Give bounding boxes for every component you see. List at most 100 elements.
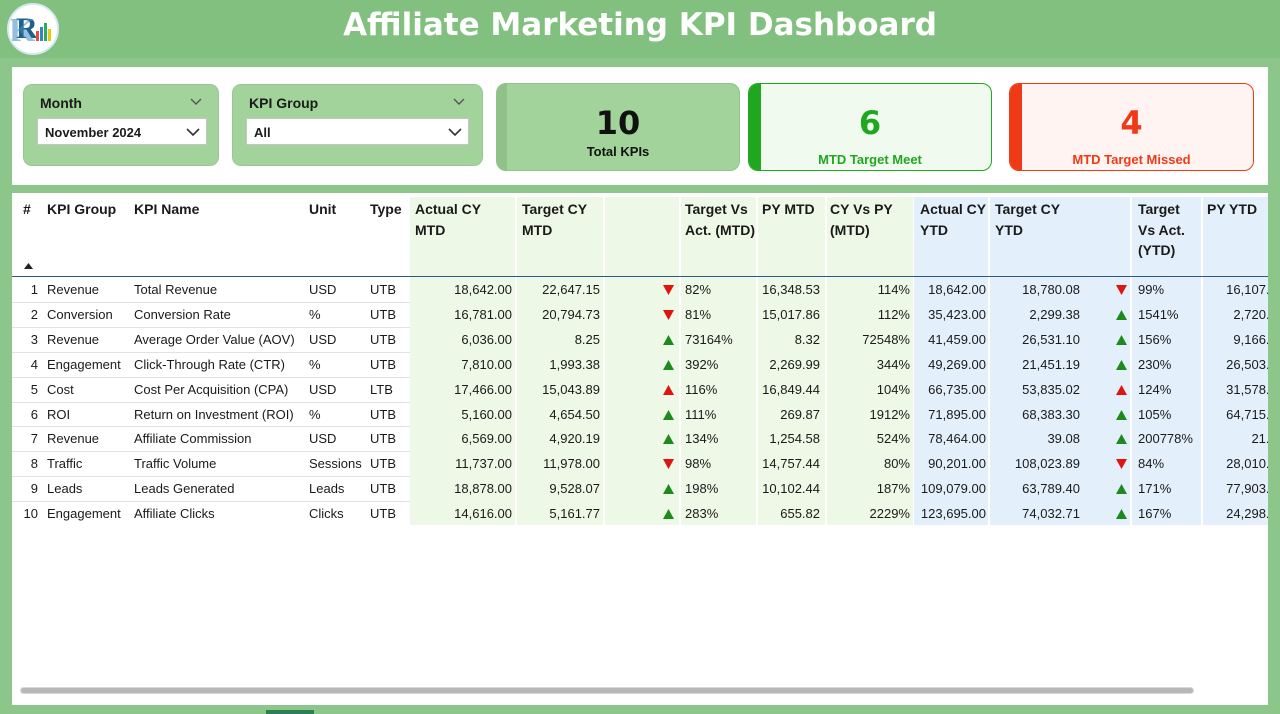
column-header-actual-cy-mtd[interactable]: Actual CY MTD xyxy=(415,199,499,240)
column-header-type[interactable]: Type xyxy=(370,199,402,220)
cell-target-vs-act-mtd: 82% xyxy=(685,282,712,297)
column-header-target-vs-act-mtd[interactable]: Target Vs Act. (MTD) xyxy=(685,199,755,240)
column-header-kpi-group[interactable]: KPI Group xyxy=(47,199,116,220)
triangle-up-green-icon xyxy=(663,434,674,445)
triangle-up-green-icon xyxy=(1116,359,1127,370)
cell-actual-cy-mtd: 6,036.00 xyxy=(461,331,512,347)
page-tab-indicator[interactable] xyxy=(266,710,314,714)
cell-py-mtd: 2,269.99 xyxy=(769,356,820,372)
column-header-target-cy-ytd[interactable]: Target CY YTD xyxy=(995,199,1085,240)
chevron-down-icon[interactable] xyxy=(453,95,465,107)
sort-ascending-icon[interactable] xyxy=(24,263,33,269)
table-row[interactable]: 10 Engagement Affiliate Clicks Clicks UTB 14,… xyxy=(12,501,1268,526)
column-header-kpi-name[interactable]: KPI Name xyxy=(134,199,199,220)
cell-kpi-group: Revenue xyxy=(47,282,100,297)
triangle-down-red-icon xyxy=(1116,459,1127,470)
row-divider xyxy=(12,476,410,478)
cell-target-vs-act-mtd: 198% xyxy=(685,481,719,497)
chevron-down-icon[interactable] xyxy=(190,95,202,107)
cell-cy-vs-py-mtd: 2229% xyxy=(869,506,910,522)
table-row[interactable]: 1 Revenue Total Revenue USD UTB 18,642.00 22,6… xyxy=(12,277,1268,302)
triangle-up-green-icon xyxy=(1116,509,1127,520)
cell-type: UTB xyxy=(370,331,396,347)
cell-target-cy-mtd: 22,647.15 xyxy=(542,282,600,297)
chevron-down-icon[interactable] xyxy=(448,126,462,138)
triangle-up-green-icon xyxy=(1116,409,1127,420)
table-row[interactable]: 8 Traffic Traffic Volume Sessions UTB 11,737.… xyxy=(12,451,1268,476)
column-header-unit[interactable]: Unit xyxy=(309,199,336,220)
cell-target-vs-act-ytd: 200778% xyxy=(1138,431,1193,447)
cell-py-mtd: 8.32 xyxy=(794,331,820,347)
table-row[interactable]: 5 Cost Cost Per Acquisition (CPA) USD LTB 17,… xyxy=(12,376,1268,402)
cell-kpi-group: Cost xyxy=(47,381,74,397)
column-header-actual-cy-ytd[interactable]: Actual CY YTD xyxy=(920,199,986,240)
cell-py-mtd: 14,757.44 xyxy=(762,456,820,472)
month-dropdown[interactable]: November 2024 xyxy=(37,118,207,145)
total-kpis-value: 10 xyxy=(595,104,641,142)
cell-kpi-name: Click-Through Rate (CTR) xyxy=(134,356,285,372)
column-header-py-ytd[interactable]: PY YTD xyxy=(1207,199,1267,220)
column-header-target-vs-act-ytd[interactable]: Target Vs Act. (YTD) xyxy=(1138,199,1200,261)
cell-actual-cy-mtd: 14,616.00 xyxy=(454,506,512,522)
row-divider xyxy=(12,501,410,503)
cell-unit: % xyxy=(309,406,321,422)
cell-py-ytd: 9,166.90 xyxy=(1233,331,1268,347)
cell-py-mtd: 10,102.44 xyxy=(762,481,820,497)
cell-actual-cy-mtd: 16,781.00 xyxy=(454,306,512,322)
horizontal-scrollbar-thumb[interactable] xyxy=(21,688,1193,693)
table-row[interactable]: 2 Conversion Conversion Rate% UTB 16,781.00 2… xyxy=(12,301,1268,327)
cell-kpi-group: Engagement xyxy=(47,356,121,372)
cell-kpi-name: Total Revenue xyxy=(134,282,218,297)
cell-cy-vs-py-mtd: 524% xyxy=(876,431,910,447)
cell-kpi-group: ROI xyxy=(47,406,71,422)
cell-cy-vs-py-mtd: 72548% xyxy=(862,331,910,347)
cell-unit: USD xyxy=(309,431,337,447)
cell-py-mtd: 15,017.86 xyxy=(762,306,820,322)
column-header-target-cy-mtd[interactable]: Target CY MTD xyxy=(522,199,602,240)
triangle-up-green-icon xyxy=(663,484,674,495)
triangle-up-green-icon xyxy=(1116,434,1127,445)
column-header-py-mtd[interactable]: PY MTD xyxy=(762,199,826,220)
triangle-down-red-icon xyxy=(663,309,674,320)
cell-target-vs-act-mtd: 98% xyxy=(685,456,712,472)
cell-target-vs-act-ytd: 105% xyxy=(1138,406,1172,422)
table-row[interactable]: 6 ROI Return on Investment (ROI)% UTB 5,160.… xyxy=(12,401,1268,427)
cell-type: UTB xyxy=(370,506,396,522)
cell-target-vs-act-mtd: 134% xyxy=(685,431,719,447)
table-row[interactable]: 4 Engagement Click-Through Rate (CTR)% UTB 7… xyxy=(12,351,1268,377)
row-divider xyxy=(12,401,410,403)
chevron-down-icon[interactable] xyxy=(186,126,200,138)
cell-py-ytd: 77,903.37 xyxy=(1226,481,1268,497)
cell-py-mtd: 1,254.58 xyxy=(769,431,820,447)
column-header-cy-vs-py-mtd[interactable]: CY Vs PY (MTD) xyxy=(830,199,910,240)
row-divider xyxy=(12,301,410,303)
row-divider xyxy=(12,426,410,428)
cell-target-cy-ytd: 74,032.71 xyxy=(1022,506,1080,522)
table-row[interactable]: 3 Revenue Average Order Value (AOV) USD UTB 6… xyxy=(12,326,1268,352)
cell-py-ytd: 31,578.45 xyxy=(1226,381,1268,397)
cell-actual-cy-ytd: 49,269.00 xyxy=(928,356,986,372)
cell-target-vs-act-ytd: 1541% xyxy=(1138,306,1179,322)
cell-kpi-name: Traffic Volume xyxy=(134,456,217,472)
cell-py-mtd: 269.87 xyxy=(780,406,820,422)
cell-kpi-group: Engagement xyxy=(47,506,121,522)
table-row[interactable]: 7 Revenue Affiliate Commission USD UTB 6,569.… xyxy=(12,426,1268,451)
cell-target-cy-mtd: 9,528.07 xyxy=(549,481,600,497)
cell-kpi-name: Conversion Rate xyxy=(134,306,231,322)
cell-actual-cy-ytd: 71,895.00 xyxy=(928,406,986,422)
cell-target-vs-act-ytd: 171% xyxy=(1138,481,1172,497)
cell-py-mtd: 655.82 xyxy=(780,506,820,522)
cell-target-vs-act-mtd: 73164% xyxy=(685,331,733,347)
cell-type: UTB xyxy=(370,356,396,372)
kpi-group-dropdown[interactable]: All xyxy=(246,118,469,145)
cell-kpi-name: Cost Per Acquisition (CPA) xyxy=(134,381,289,397)
triangle-up-green-icon xyxy=(1116,334,1127,345)
month-dropdown-value: November 2024 xyxy=(45,125,142,140)
cell-target-cy-ytd: 21,451.19 xyxy=(1022,356,1080,372)
cell-kpi-group: Traffic xyxy=(47,456,83,472)
table-row[interactable]: 9 Leads Leads Generated Leads UTB 18,878.00 9,… xyxy=(12,476,1268,501)
cell-type: UTB xyxy=(370,282,396,297)
kpi-group-slicer: KPI Group All xyxy=(232,84,483,166)
cell-kpi-name: Return on Investment (ROI) xyxy=(134,406,294,422)
column-header-num[interactable]: # xyxy=(23,199,31,220)
